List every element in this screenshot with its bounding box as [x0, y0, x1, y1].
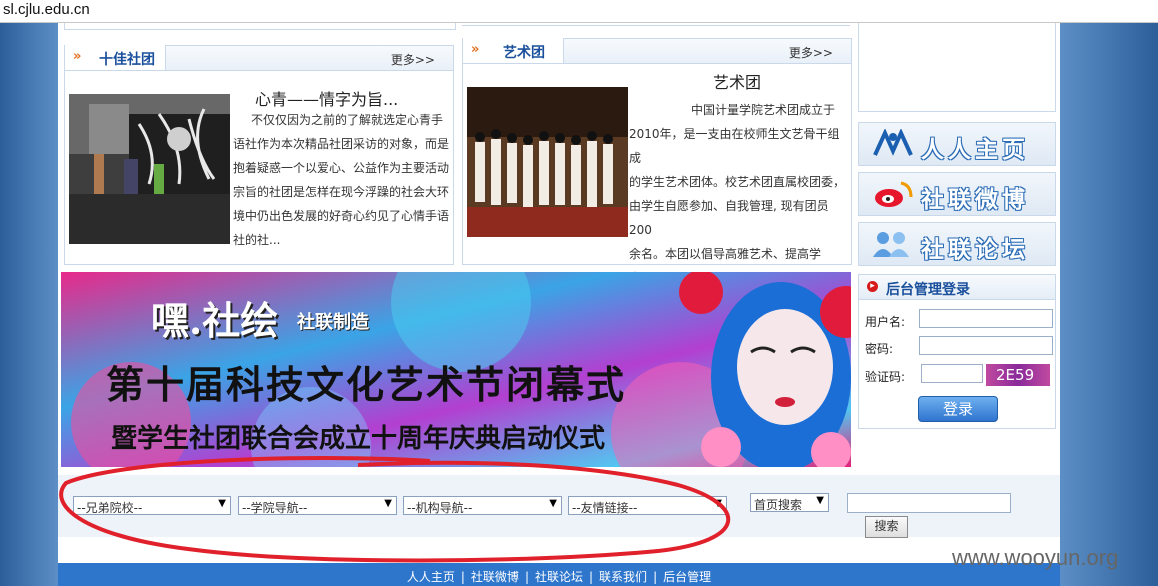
previous-panel-bottom: [64, 23, 456, 30]
article-headline[interactable]: 艺术团: [713, 69, 761, 93]
search-input[interactable]: [847, 493, 1011, 513]
article-excerpt: 中国计量学院艺术团成立于 2010年，是一支由在校师生文艺骨干组成 的学生艺术团…: [629, 98, 851, 290]
panel-header: » 艺术团 更多>>: [463, 38, 851, 64]
page-background-left: [0, 23, 58, 586]
footer-separator: |: [524, 570, 529, 584]
forum-icon: [873, 232, 909, 257]
excerpt-line: 不仅仅因为之前的了解就选定心青手: [251, 113, 444, 127]
browser-address-bar[interactable]: sl.cjlu.edu.cn: [0, 0, 1158, 23]
tab-art-troupe[interactable]: » 艺术团: [463, 38, 564, 63]
double-chevron-icon: »: [73, 49, 82, 64]
footer-link-renren[interactable]: 人人主页: [407, 570, 455, 584]
password-input[interactable]: [919, 336, 1053, 355]
tab-title: 十佳社团: [99, 52, 155, 68]
excerpt-line: 社的社...: [233, 233, 281, 247]
login-title: 后台管理登录: [886, 282, 970, 298]
captcha-label: 验证码:: [865, 370, 906, 384]
username-label: 用户名:: [865, 315, 906, 329]
quick-link-weibo[interactable]: 社联微博: [858, 172, 1056, 216]
footer-link-weibo[interactable]: 社联微博: [471, 570, 519, 584]
quick-link-renren[interactable]: 人人主页: [858, 122, 1056, 166]
excerpt-line: 境中仍出色发展的好奇心约见了心情手语: [233, 209, 450, 223]
page-content: » 十佳社团 更多>> 心青——情字为旨... 不仅仅因为之前的了解就选定心青手: [58, 23, 1060, 563]
top-right-box: [858, 23, 1056, 112]
banner-headline: 第十届科技文化艺术节闭幕式: [106, 362, 627, 407]
footer-link-forum[interactable]: 社联论坛: [535, 570, 583, 584]
quick-link-forum[interactable]: 社联论坛: [858, 222, 1056, 266]
quick-link-label: 社联论坛: [921, 237, 1029, 263]
excerpt-line: 由学生自愿参加、自我管理, 现有团员200: [629, 199, 829, 237]
select-value: 首页搜索: [754, 498, 803, 512]
panel-top10-clubs: » 十佳社团 更多>> 心青——情字为旨... 不仅仅因为之前的了解就选定心青手: [64, 45, 454, 265]
club-photo[interactable]: [69, 94, 230, 244]
excerpt-line: 的学生艺术团体。校艺术团直属校团委，: [629, 175, 846, 189]
excerpt-line: 宗旨的社团是怎样在现今浮躁的社会大环: [233, 185, 450, 199]
excerpt-line: 中国计量学院艺术团成立于: [691, 103, 836, 117]
password-label: 密码:: [865, 342, 894, 356]
username-input[interactable]: [919, 309, 1053, 328]
login-header: ▸ 后台管理登录: [859, 275, 1055, 300]
weibo-icon: [875, 181, 913, 207]
banner-subtitle: 社联制造: [297, 312, 369, 333]
url-text: sl.cjlu.edu.cn: [3, 1, 90, 18]
art-troupe-photo[interactable]: [467, 87, 628, 237]
arrow-right-icon: ▸: [867, 281, 878, 292]
renren-icon: [873, 129, 913, 156]
panel-art-troupe: » 艺术团 更多>> 艺术团 中国计量学院艺术团成立于 2010年，是一支由在校…: [462, 38, 852, 285]
previous-panel-bottom: [462, 23, 850, 26]
excerpt-line: 语社作为本次精品社团采访的对象，而是: [233, 137, 450, 151]
article-headline[interactable]: 心青——情字为旨...: [255, 86, 398, 110]
more-link[interactable]: 更多>>: [789, 44, 833, 61]
footer-separator: |: [653, 570, 658, 584]
footer-links: 人人主页 | 社联微博 | 社联论坛 | 联系我们 | 后台管理: [58, 568, 1060, 585]
red-annotation-circle: [59, 455, 731, 563]
event-banner[interactable]: 嘿.社绘 社联制造 第十届科技文化艺术节闭幕式 暨学生社团联合会成立十周年庆典启…: [61, 272, 851, 467]
quick-link-label: 人人主页: [921, 137, 1029, 163]
quick-link-label: 社联微博: [921, 187, 1029, 213]
page-background-right: [1060, 23, 1158, 586]
tab-top10-clubs[interactable]: » 十佳社团: [65, 45, 166, 70]
banner-title: 嘿.社绘: [151, 298, 279, 343]
login-button[interactable]: 登录: [918, 396, 998, 422]
search-scope-select[interactable]: 首页搜索 ▼: [750, 493, 829, 512]
excerpt-line: 抱着疑惑一个以爱心、公益作为主要活动: [233, 161, 450, 175]
footer-bar: 人人主页 | 社联微博 | 社联论坛 | 联系我们 | 后台管理: [58, 563, 1060, 586]
double-chevron-icon: »: [471, 42, 480, 57]
captcha-text: 2E59: [996, 366, 1035, 384]
panel-header: » 十佳社团 更多>>: [65, 45, 453, 71]
footer-link-contact[interactable]: 联系我们: [599, 570, 647, 584]
watermark-text: www.wooyun.org: [952, 545, 1119, 570]
more-link[interactable]: 更多>>: [391, 51, 435, 68]
excerpt-line: 2010年，是一支由在校师生文艺骨干组成: [629, 127, 840, 165]
admin-login-panel: ▸ 后台管理登录 用户名: 密码: 验证码: 2E59 登录: [858, 274, 1056, 429]
captcha-image[interactable]: 2E59: [986, 364, 1050, 386]
footer-link-admin[interactable]: 后台管理: [663, 570, 711, 584]
dropdown-arrow-icon: ▼: [816, 495, 824, 506]
captcha-input[interactable]: [921, 364, 983, 383]
article-excerpt: 不仅仅因为之前的了解就选定心青手 语社作为本次精品社团采访的对象，而是 抱着疑惑…: [233, 108, 451, 252]
footer-separator: |: [589, 570, 594, 584]
tab-title: 艺术团: [503, 45, 545, 61]
search-button[interactable]: 搜索: [865, 516, 908, 538]
excerpt-line: 余名。本团以倡导高雅艺术、提高学: [629, 247, 822, 261]
footer-separator: |: [460, 570, 465, 584]
